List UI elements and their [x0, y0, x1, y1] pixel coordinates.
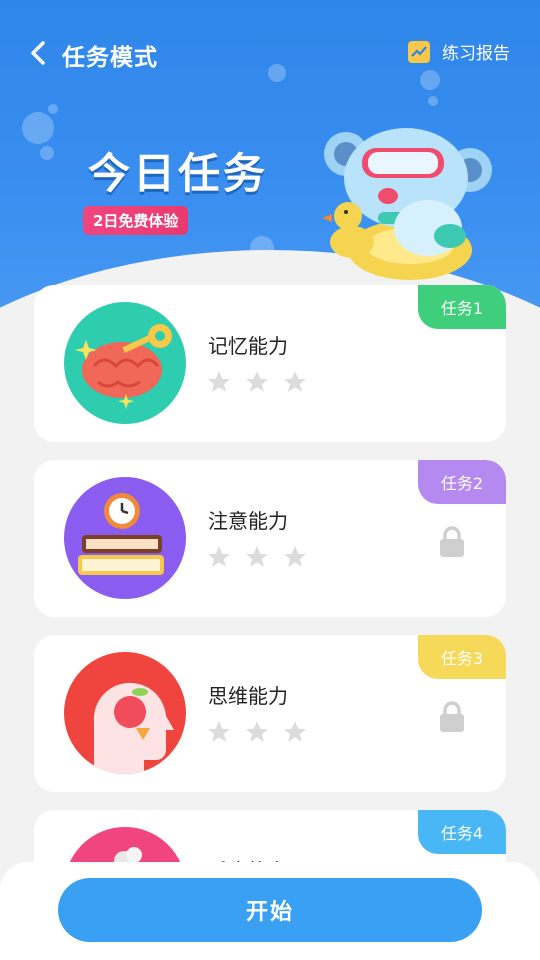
top-bar: 任务模式 练习报告 — [0, 22, 540, 82]
report-label: 练习报告 — [442, 44, 510, 64]
lock-icon — [440, 701, 464, 732]
task-name-3: 思维能力 — [208, 684, 288, 708]
task-card-2[interactable]: 任务2 注意能力 — [34, 460, 506, 617]
bottom-bar: 开始 — [0, 862, 540, 960]
hero-title: 今日任务 — [88, 149, 269, 198]
brain-key-icon — [64, 302, 186, 424]
free-trial-badge: 2日免费体验 — [83, 206, 189, 235]
star-rating-2 — [206, 544, 308, 570]
star-icon — [246, 371, 268, 392]
chart-icon — [408, 40, 430, 63]
star-icon — [208, 371, 230, 392]
star-icon — [246, 721, 268, 742]
star-icon — [208, 546, 230, 567]
star-icon — [284, 546, 306, 567]
head-apple-icon — [64, 652, 186, 774]
star-icon — [208, 721, 230, 742]
star-rating-1 — [206, 369, 308, 395]
star-icon — [284, 371, 306, 392]
task-card-1[interactable]: 任务1 记忆能力 — [34, 285, 506, 442]
page-title: 任务模式 — [62, 45, 158, 71]
star-icon — [284, 721, 306, 742]
lock-icon — [440, 526, 464, 557]
star-icon — [246, 546, 268, 567]
task-tag-1: 任务1 — [418, 285, 506, 329]
start-button[interactable]: 开始 — [58, 878, 482, 942]
task-tag-3: 任务3 — [418, 635, 506, 679]
task-tag-4: 任务4 — [418, 810, 506, 854]
task-tag-2: 任务2 — [418, 460, 506, 504]
task-card-3[interactable]: 任务3 思维能力 — [34, 635, 506, 792]
star-rating-3 — [206, 719, 308, 745]
task-name-1: 记忆能力 — [208, 334, 288, 358]
books-clock-icon — [64, 477, 186, 599]
koala-mascot-illustration — [322, 128, 492, 280]
report-button[interactable]: 练习报告 — [408, 39, 510, 64]
chevron-left-icon[interactable] — [26, 40, 50, 66]
task-name-2: 注意能力 — [208, 509, 288, 533]
